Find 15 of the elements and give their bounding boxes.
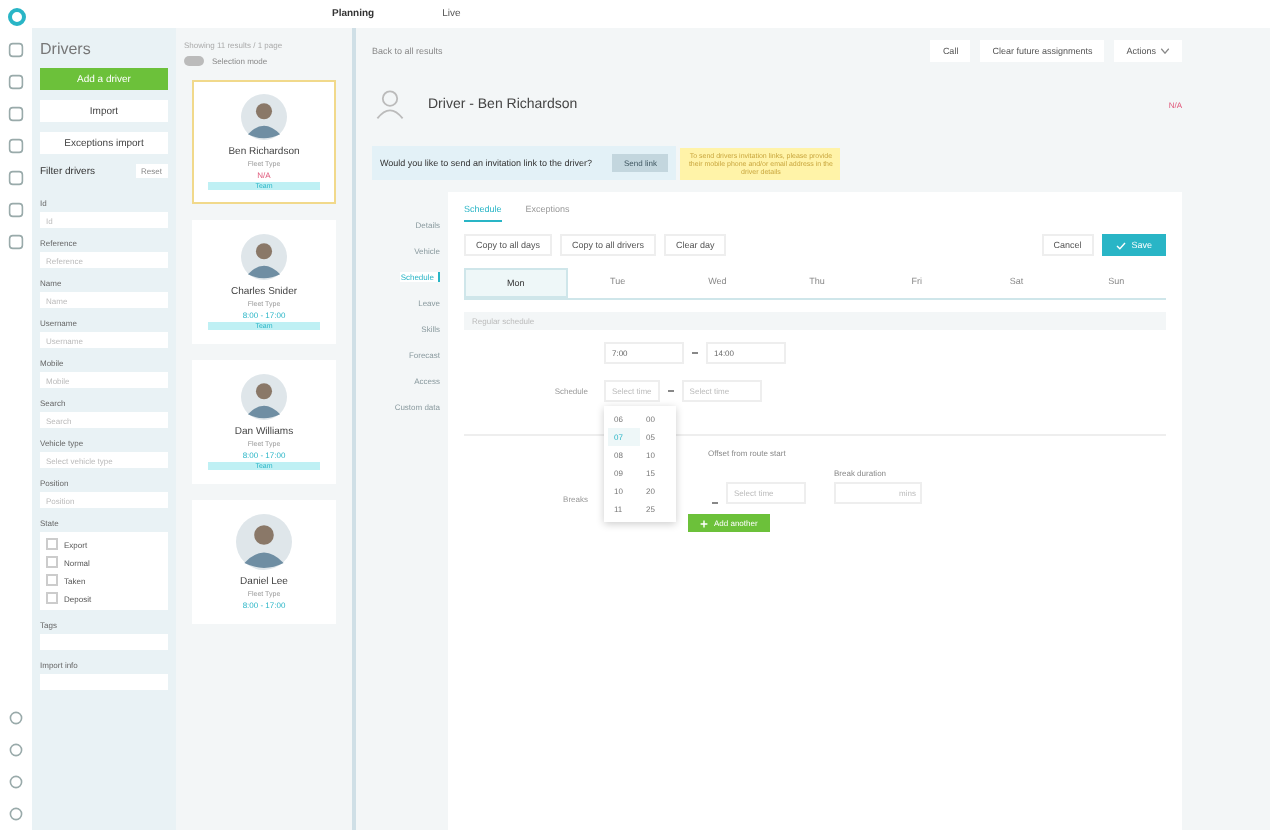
avatar-icon	[236, 234, 292, 280]
avatar-icon	[236, 514, 292, 570]
checkbox[interactable]	[46, 592, 58, 604]
checkbox[interactable]	[46, 556, 58, 568]
caret-icon	[1160, 48, 1170, 54]
plus-icon	[700, 519, 708, 527]
panel-title: Drivers	[40, 40, 93, 58]
check-icon	[1115, 241, 1126, 249]
avatar-icon	[236, 374, 292, 420]
checkbox[interactable]	[46, 538, 58, 550]
toggle-switch[interactable]	[184, 56, 204, 66]
logo-icon	[7, 8, 25, 26]
avatar-icon	[236, 94, 292, 140]
user-icon	[372, 86, 408, 122]
checkbox[interactable]	[46, 574, 58, 586]
